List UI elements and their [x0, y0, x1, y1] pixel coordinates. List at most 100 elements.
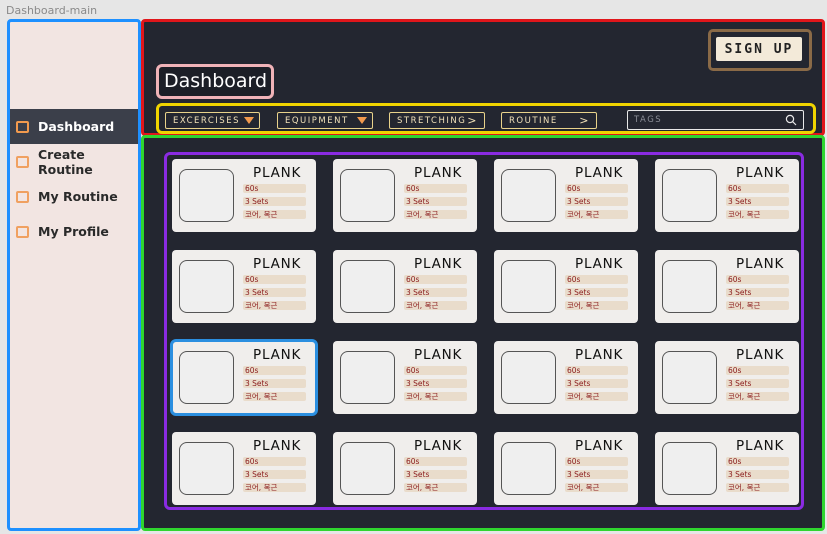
exercise-target: 코어, 복근: [243, 210, 306, 219]
exercise-title: PLANK: [575, 347, 624, 363]
filter-label: ROUTINE: [509, 115, 558, 126]
exercise-sets: 3 Sets: [726, 470, 789, 479]
exercise-title: PLANK: [575, 438, 624, 454]
exercise-sets: 3 Sets: [404, 379, 467, 388]
exercise-sets: 3 Sets: [726, 197, 789, 206]
sidebar-item-my-routine[interactable]: My Routine: [10, 179, 138, 214]
exercise-target: 코어, 복근: [726, 210, 789, 219]
exercise-title: PLANK: [414, 347, 463, 363]
exercise-thumbnail: [662, 351, 717, 404]
signup-button[interactable]: SIGN UP: [716, 37, 802, 61]
triangle-down-icon: [357, 117, 367, 124]
exercise-sets: 3 Sets: [565, 288, 628, 297]
exercise-thumbnail: [662, 169, 717, 222]
filter-exercises[interactable]: EXCERCISES: [165, 112, 260, 129]
exercise-duration: 60s: [726, 366, 789, 375]
exercise-card[interactable]: PLANK 60s 3 Sets 코어, 복근: [333, 432, 477, 505]
sidebar: Dashboard Create Routine My Routine My P…: [7, 19, 141, 531]
filter-equipment[interactable]: EQUIPMENT: [277, 112, 373, 129]
exercise-card[interactable]: PLANK 60s 3 Sets 코어, 복근: [172, 432, 316, 505]
exercise-target: 코어, 복근: [404, 210, 467, 219]
exercise-title: PLANK: [736, 438, 785, 454]
exercise-target: 코어, 복근: [404, 392, 467, 401]
exercise-thumbnail: [179, 260, 234, 313]
exercise-title: PLANK: [575, 256, 624, 272]
exercise-card[interactable]: PLANK 60s 3 Sets 코어, 복근: [655, 341, 799, 414]
square-icon: [16, 190, 29, 203]
exercise-duration: 60s: [565, 275, 628, 284]
exercise-target: 코어, 복근: [243, 392, 306, 401]
exercise-card[interactable]: PLANK 60s 3 Sets 코어, 복근: [333, 159, 477, 232]
exercise-card[interactable]: PLANK 60s 3 Sets 코어, 복근: [333, 250, 477, 323]
exercise-card[interactable]: PLANK 60s 3 Sets 코어, 복근: [494, 341, 638, 414]
exercise-card[interactable]: PLANK 60s 3 Sets 코어, 복근: [655, 432, 799, 505]
exercise-title: PLANK: [736, 256, 785, 272]
filter-routine[interactable]: ROUTINE >: [501, 112, 597, 129]
exercise-target: 코어, 복근: [565, 392, 628, 401]
exercise-title: PLANK: [253, 438, 302, 454]
exercise-thumbnail: [179, 351, 234, 404]
exercise-duration: 60s: [565, 184, 628, 193]
exercise-thumbnail: [501, 260, 556, 313]
exercise-target: 코어, 복근: [726, 392, 789, 401]
exercise-thumbnail: [501, 169, 556, 222]
exercise-target: 코어, 복근: [565, 210, 628, 219]
exercise-sets: 3 Sets: [243, 288, 306, 297]
exercise-thumbnail: [340, 260, 395, 313]
exercise-title: PLANK: [414, 165, 463, 181]
exercise-sets: 3 Sets: [404, 470, 467, 479]
exercise-target: 코어, 복근: [726, 483, 789, 492]
exercise-title: PLANK: [736, 165, 785, 181]
signup-frame: SIGN UP: [708, 29, 812, 71]
square-icon: [16, 120, 29, 133]
exercise-duration: 60s: [404, 275, 467, 284]
exercise-thumbnail: [340, 442, 395, 495]
search-icon[interactable]: [785, 114, 797, 126]
exercise-duration: 60s: [243, 457, 306, 466]
exercise-duration: 60s: [404, 457, 467, 466]
exercise-thumbnail: [340, 351, 395, 404]
exercise-sets: 3 Sets: [404, 197, 467, 206]
filter-label: STRETCHING: [397, 115, 467, 126]
exercise-thumbnail: [501, 351, 556, 404]
sidebar-item-dashboard[interactable]: Dashboard: [10, 109, 138, 144]
exercise-duration: 60s: [243, 184, 306, 193]
exercise-duration: 60s: [726, 457, 789, 466]
exercise-target: 코어, 복근: [404, 301, 467, 310]
exercise-thumbnail: [501, 442, 556, 495]
exercise-thumbnail: [179, 169, 234, 222]
sidebar-item-create-routine[interactable]: Create Routine: [10, 144, 138, 179]
exercise-card[interactable]: PLANK 60s 3 Sets 코어, 복근: [655, 250, 799, 323]
sidebar-item-label: Dashboard: [38, 119, 115, 134]
exercise-sets: 3 Sets: [565, 379, 628, 388]
exercise-title: PLANK: [253, 165, 302, 181]
exercise-sets: 3 Sets: [404, 288, 467, 297]
exercise-card[interactable]: PLANK 60s 3 Sets 코어, 복근: [172, 159, 316, 232]
chevron-right-icon: >: [467, 114, 478, 127]
exercise-card[interactable]: PLANK 60s 3 Sets 코어, 복근: [333, 341, 477, 414]
exercise-card[interactable]: PLANK 60s 3 Sets 코어, 복근: [494, 159, 638, 232]
exercise-card[interactable]: PLANK 60s 3 Sets 코어, 복근: [494, 432, 638, 505]
exercise-card[interactable]: PLANK 60s 3 Sets 코어, 복근: [170, 339, 318, 416]
exercise-title: PLANK: [575, 165, 624, 181]
exercise-target: 코어, 복근: [726, 301, 789, 310]
filter-label: EQUIPMENT: [285, 115, 349, 126]
sidebar-item-my-profile[interactable]: My Profile: [10, 214, 138, 249]
exercise-sets: 3 Sets: [565, 470, 628, 479]
exercise-target: 코어, 복근: [565, 483, 628, 492]
tags-search-input[interactable]: [634, 113, 774, 127]
exercise-duration: 60s: [726, 184, 789, 193]
exercise-card[interactable]: PLANK 60s 3 Sets 코어, 복근: [172, 250, 316, 323]
exercise-card[interactable]: PLANK 60s 3 Sets 코어, 복근: [494, 250, 638, 323]
square-icon: [16, 225, 29, 238]
filter-stretching[interactable]: STRETCHING >: [389, 112, 485, 129]
exercise-thumbnail: [340, 169, 395, 222]
exercise-target: 코어, 복근: [565, 301, 628, 310]
filter-label: EXCERCISES: [173, 115, 240, 126]
header: SIGN UP Dashboard EXCERCISES EQUIPMENT S…: [141, 19, 825, 136]
sidebar-item-label: My Profile: [38, 224, 109, 239]
exercise-title: PLANK: [414, 256, 463, 272]
exercise-card[interactable]: PLANK 60s 3 Sets 코어, 복근: [655, 159, 799, 232]
filter-toolbar: EXCERCISES EQUIPMENT STRETCHING > ROUTIN…: [156, 103, 816, 134]
exercise-title: PLANK: [414, 438, 463, 454]
